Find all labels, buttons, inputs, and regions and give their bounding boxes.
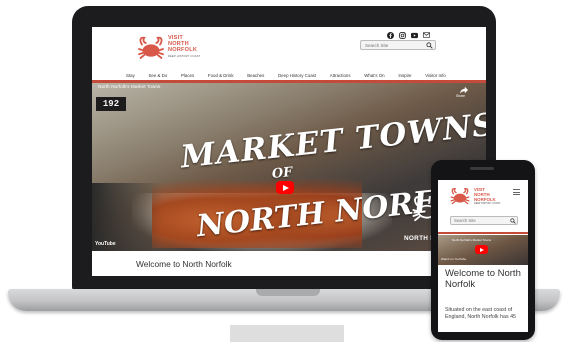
site-logo-text[interactable]: VISIT NORTH NORFOLK DEEP HISTORY COAST	[168, 35, 216, 58]
laptop-notch	[256, 289, 320, 296]
video-title[interactable]: North Norfolk's Market Towns	[98, 85, 160, 90]
phone-speaker	[470, 167, 494, 170]
search-icon[interactable]	[426, 42, 433, 49]
search-box	[360, 40, 436, 50]
phone-crab-logo-icon[interactable]	[449, 186, 471, 208]
search-input[interactable]	[363, 41, 423, 49]
nav-item-whats-on[interactable]: What's On	[364, 73, 384, 78]
page-heading: Welcome to North Norfolk	[136, 259, 232, 269]
phone-logo-text[interactable]: VISIT NORTH NORFOLK DEEP HISTORY COAST	[474, 187, 508, 205]
nav-item-see-and-do[interactable]: See & Do	[149, 73, 168, 78]
laptop-screen: VISIT NORTH NORFOLK DEEP HISTORY COAST S…	[92, 27, 486, 276]
nav-item-stay[interactable]: Stay	[126, 73, 135, 78]
email-icon[interactable]	[423, 32, 430, 39]
share-icon[interactable]	[459, 86, 469, 94]
video-player[interactable]: 192 North Norfolk's Market Towns Share M…	[92, 83, 486, 251]
logo-line-3: NORFOLK	[168, 47, 198, 54]
nav-item-food-and-drink[interactable]: Food & Drink	[208, 73, 234, 78]
phone-screen: VISIT NORTH NORFOLK DEEP HISTORY COAST N…	[438, 180, 528, 332]
phone-page-heading: Welcome to North Norfolk	[445, 268, 521, 290]
phone-intro-text: Situated on the east coast of England, N…	[445, 307, 516, 320]
play-button[interactable]	[276, 181, 294, 194]
phone-watch-on-youtube[interactable]: Watch on YouTube	[441, 257, 466, 261]
phone-search-input[interactable]	[452, 217, 507, 224]
youtube-icon[interactable]	[411, 32, 418, 39]
site-header: VISIT NORTH NORFOLK DEEP HISTORY COAST S…	[92, 27, 486, 79]
laptop-shadow	[230, 325, 344, 342]
phone-search-icon[interactable]	[510, 218, 516, 224]
phone-search-box	[450, 216, 518, 225]
crab-logo-icon[interactable]	[136, 34, 166, 64]
video-overlay-line-2: OF	[271, 164, 294, 183]
phone-play-button[interactable]	[475, 245, 488, 254]
facebook-icon[interactable]	[387, 31, 394, 39]
phone-video-title[interactable]: North Norfolk's Market Towns	[452, 238, 491, 242]
nav-item-places[interactable]: Places	[181, 73, 194, 78]
price-sign: 192	[96, 97, 126, 111]
nav-item-visitor-info[interactable]: Visitor Info	[425, 73, 446, 78]
logo-tagline: DEEP HISTORY COAST	[168, 54, 201, 58]
hamburger-menu-icon[interactable]	[513, 189, 520, 195]
phone-header-divider	[438, 232, 528, 234]
nav-item-inspire[interactable]: Inspire	[398, 73, 411, 78]
share-label[interactable]: Share	[456, 94, 465, 98]
phone-video-player[interactable]: North Norfolk's Market Towns Watch on Yo…	[438, 235, 528, 265]
phone-logo-tagline: DEEP HISTORY COAST	[474, 202, 501, 205]
nav-item-deep-history-coast[interactable]: Deep History Coast	[278, 73, 316, 78]
nav-item-attractions[interactable]: Attractions	[330, 73, 351, 78]
social-links	[387, 30, 437, 40]
nav-item-beaches[interactable]: Beaches	[247, 73, 264, 78]
instagram-icon[interactable]	[399, 31, 406, 39]
youtube-logo[interactable]: YouTube	[95, 241, 116, 247]
main-nav: Stay See & Do Places Food & Drink Beache…	[126, 71, 446, 79]
